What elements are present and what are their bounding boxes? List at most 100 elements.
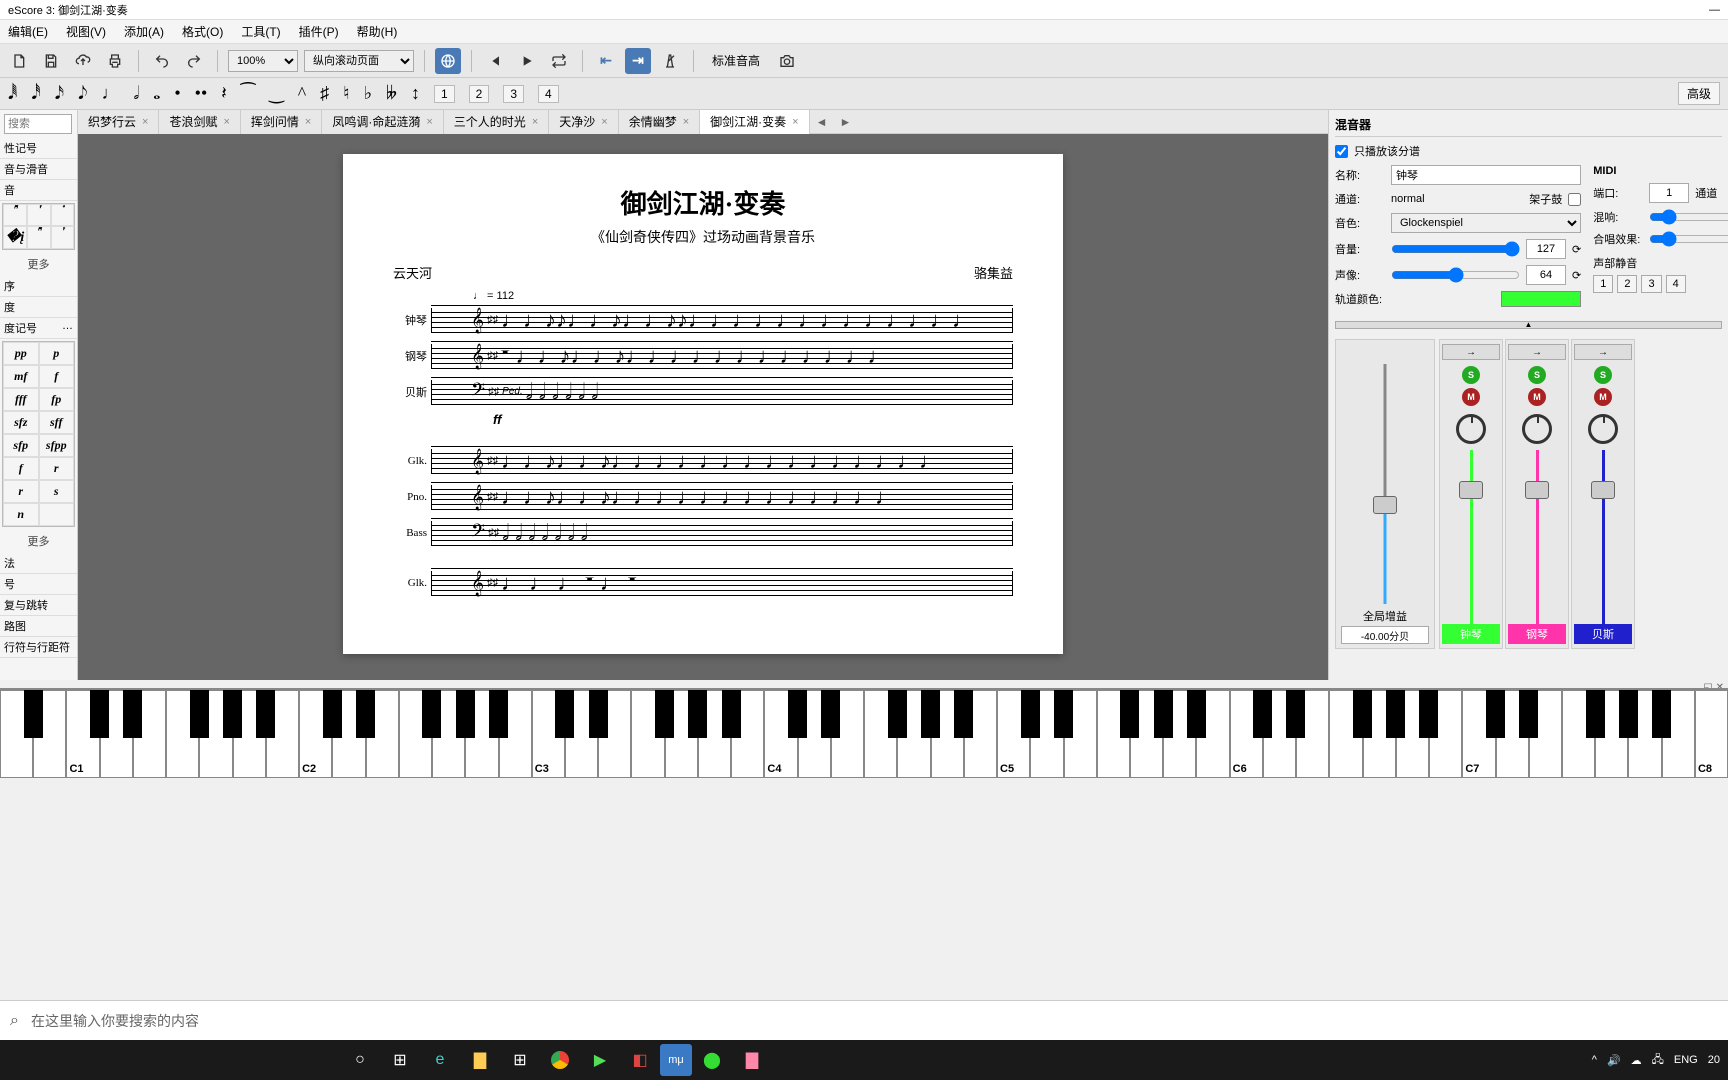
- white-key[interactable]: [1562, 690, 1595, 778]
- white-key[interactable]: [266, 690, 299, 778]
- white-key[interactable]: [1064, 690, 1097, 778]
- tab-nav-left-icon[interactable]: ◄: [810, 115, 834, 129]
- pan-value[interactable]: [1526, 265, 1566, 285]
- windows-search-placeholder[interactable]: 在这里输入你要搜索的内容: [31, 1011, 199, 1031]
- menu-view[interactable]: 视图(V): [66, 23, 106, 40]
- staff[interactable]: 𝄢♯♯𝅗𝅥 𝅗𝅥 𝅗𝅥 𝅗𝅥 𝅗𝅥 𝅗𝅥 𝅗𝅥: [431, 517, 1013, 549]
- voice-4-button[interactable]: 4: [538, 85, 559, 103]
- musescore-icon[interactable]: mμ: [660, 1044, 692, 1076]
- white-key[interactable]: [1130, 690, 1163, 778]
- more-button[interactable]: 更多: [0, 252, 77, 276]
- menu-plugins[interactable]: 插件(P): [299, 23, 339, 40]
- menu-format[interactable]: 格式(O): [182, 23, 223, 40]
- white-key[interactable]: [133, 690, 166, 778]
- new-file-icon[interactable]: [6, 48, 32, 74]
- document-tab[interactable]: 凤鸣调·命起涟漪×: [322, 110, 443, 134]
- play-icon[interactable]: [514, 48, 540, 74]
- palette-section[interactable]: 行符与行距符: [0, 637, 77, 658]
- staff[interactable]: 𝄞♯♯♩♩♪♪♩♩♪♩♩♪♪♩♩♩♩♩♩♩♩♩♩♩♩♩: [431, 304, 1013, 336]
- white-key[interactable]: C1: [66, 690, 99, 778]
- track-fader[interactable]: [1442, 450, 1500, 624]
- track-fader[interactable]: [1574, 450, 1632, 624]
- palette-section[interactable]: 复与跳转: [0, 595, 77, 616]
- document-tab[interactable]: 御剑江湖·变奏×: [700, 110, 809, 134]
- undo-icon[interactable]: [149, 48, 175, 74]
- expand-track-icon[interactable]: →: [1574, 344, 1632, 360]
- advanced-button[interactable]: 高级: [1678, 82, 1720, 105]
- note-64th-icon[interactable]: 𝅘𝅥𝅱: [8, 83, 17, 104]
- explorer-icon[interactable]: ▇: [460, 1040, 500, 1080]
- chrome-icon[interactable]: [540, 1040, 580, 1080]
- pan-slider[interactable]: [1391, 267, 1520, 283]
- note-quarter-icon[interactable]: ♩: [101, 83, 119, 104]
- document-tab[interactable]: 三个人的时光×: [444, 110, 549, 134]
- white-key[interactable]: [698, 690, 731, 778]
- mute-part-3[interactable]: 3: [1641, 275, 1661, 293]
- more-button[interactable]: 更多: [0, 529, 77, 553]
- staff[interactable]: 𝄞♯♯♩ ♩ ♩ 𝄻 ♩ 𝄻: [431, 567, 1013, 599]
- tie-icon[interactable]: ⁀: [241, 83, 255, 104]
- white-key[interactable]: [0, 690, 33, 778]
- note-dot-icon[interactable]: •: [174, 83, 180, 104]
- drum-checkbox[interactable]: [1568, 193, 1581, 206]
- zoom-select[interactable]: 100%: [228, 50, 298, 72]
- close-tab-icon[interactable]: ×: [142, 116, 148, 128]
- document-tab[interactable]: 天净沙×: [549, 110, 618, 134]
- menu-add[interactable]: 添加(A): [124, 23, 164, 40]
- port-input[interactable]: [1649, 183, 1689, 203]
- piano-keyboard[interactable]: C1C2C3C4C5C6C7C8: [0, 688, 1728, 778]
- note-ddot-icon[interactable]: ••: [195, 83, 208, 104]
- note-whole-icon[interactable]: 𝅝: [153, 83, 160, 104]
- white-key[interactable]: C3: [532, 690, 565, 778]
- pan-knob[interactable]: [1588, 414, 1618, 444]
- white-key[interactable]: [665, 690, 698, 778]
- menu-tools[interactable]: 工具(T): [241, 23, 280, 40]
- rewind-icon[interactable]: [482, 48, 508, 74]
- palette-section[interactable]: 度: [0, 297, 77, 318]
- palette-section[interactable]: 音与滑音: [0, 159, 77, 180]
- document-tab[interactable]: 挥剑问情×: [241, 110, 322, 134]
- windows-search-icon[interactable]: ⌕: [10, 1012, 19, 1030]
- voice-2-button[interactable]: 2: [469, 85, 490, 103]
- white-key[interactable]: C8: [1695, 690, 1728, 778]
- cortana-icon[interactable]: ○: [340, 1040, 380, 1080]
- note-half-icon[interactable]: 𝅗𝅥: [133, 83, 139, 104]
- volume-slider[interactable]: [1391, 241, 1520, 257]
- loop-icon[interactable]: [546, 48, 572, 74]
- layout-select[interactable]: 纵向滚动页面: [304, 50, 414, 72]
- sharp-icon[interactable]: ♯: [320, 83, 329, 104]
- reverb-slider[interactable]: [1649, 209, 1728, 225]
- tray-chevron-icon[interactable]: ^: [1592, 1054, 1597, 1066]
- white-key[interactable]: C6: [1230, 690, 1263, 778]
- close-tab-icon[interactable]: ×: [683, 116, 689, 128]
- white-key[interactable]: [565, 690, 598, 778]
- close-tab-icon[interactable]: ×: [792, 116, 798, 128]
- wechat-icon[interactable]: ⬤: [692, 1040, 732, 1080]
- tray-lang[interactable]: ENG: [1674, 1054, 1698, 1066]
- natural-icon[interactable]: ♮: [343, 83, 349, 104]
- globe-icon[interactable]: [435, 48, 461, 74]
- white-key[interactable]: [1329, 690, 1362, 778]
- white-key[interactable]: [366, 690, 399, 778]
- pan-knob[interactable]: [1456, 414, 1486, 444]
- tray-cloud-icon[interactable]: ☁: [1631, 1054, 1642, 1067]
- redo-icon[interactable]: [181, 48, 207, 74]
- palette-search-input[interactable]: [4, 114, 72, 134]
- palette-section[interactable]: 法: [0, 553, 77, 574]
- white-key[interactable]: [798, 690, 831, 778]
- app2-icon[interactable]: ▇: [732, 1040, 772, 1080]
- white-key[interactable]: [1662, 690, 1695, 778]
- upload-icon[interactable]: [70, 48, 96, 74]
- document-tab[interactable]: 织梦行云×: [78, 110, 159, 134]
- white-key[interactable]: [1595, 690, 1628, 778]
- close-tab-icon[interactable]: ×: [305, 116, 311, 128]
- palette-section[interactable]: 音: [0, 180, 77, 201]
- staff[interactable]: 𝄞♯♯𝄻 ♩♩♪♩♩♪♩♩♩♩♩♩♩♩♩♩♩♩: [431, 340, 1013, 372]
- staff[interactable]: 𝄞♯♯♩♩♪♩♩♪♩♩♩♩♩♩♩♩♩♩♩♩♩♩♩: [431, 445, 1013, 477]
- only-play-checkbox[interactable]: [1335, 145, 1348, 158]
- white-key[interactable]: [1628, 690, 1661, 778]
- track-fader[interactable]: [1508, 450, 1566, 624]
- master-fader[interactable]: [1370, 364, 1400, 604]
- white-key[interactable]: [465, 690, 498, 778]
- mute-part-4[interactable]: 4: [1666, 275, 1686, 293]
